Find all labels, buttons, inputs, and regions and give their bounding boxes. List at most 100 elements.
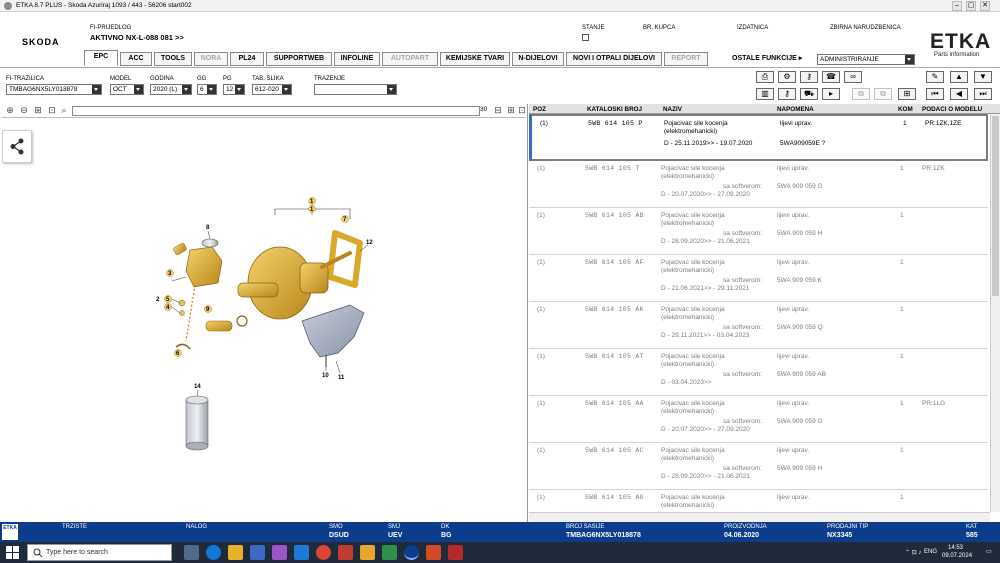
- tab-tools[interactable]: TOOLS: [154, 52, 192, 66]
- godina-select[interactable]: 2020 (L): [150, 84, 192, 95]
- clock-time[interactable]: 14:53: [948, 545, 963, 551]
- language-indicator[interactable]: ENG: [924, 549, 937, 555]
- close-button[interactable]: ✕: [980, 1, 990, 11]
- last-icon[interactable]: ⏭: [974, 88, 992, 100]
- share-button[interactable]: [2, 130, 32, 163]
- table-row[interactable]: (1) 5WB 614 105 AF Pojacivac sile kocenja(…: [529, 255, 988, 302]
- horizontal-scrollbar[interactable]: [529, 512, 990, 522]
- chrome-icon[interactable]: [316, 545, 331, 560]
- app-icon-green[interactable]: [382, 545, 397, 560]
- col-kom[interactable]: KOM: [898, 106, 913, 113]
- barcode-icon[interactable]: ▥: [756, 88, 774, 100]
- zoom-out-icon[interactable]: ⊖: [18, 105, 30, 117]
- car-icon[interactable]: ⛟: [800, 88, 818, 100]
- cell-naziv-2: (elektromehanicki): [661, 361, 715, 368]
- table-row[interactable]: (1) 5WB 614 105 T Pojacivac sile kocenja (e…: [529, 161, 988, 208]
- search-icon[interactable]: ⌕: [58, 105, 70, 117]
- tab-novi-i-otpali-dijelovi[interactable]: NOVI I OTPALI DIJELOVI: [566, 52, 662, 66]
- prev-icon[interactable]: ◀: [950, 88, 968, 100]
- tab-slika-select[interactable]: 612-020: [252, 84, 292, 95]
- table-row[interactable]: (1) 5WB 614 105 AC Pojacivac sile kocenja(…: [529, 443, 988, 490]
- zoom-fit-icon[interactable]: ⊞: [32, 105, 44, 117]
- teams-icon[interactable]: [272, 545, 287, 560]
- aktivno-vin[interactable]: AKTIVNO NX-L-088 081 >>: [90, 33, 184, 42]
- clock-date[interactable]: 09.07.2024: [942, 553, 972, 559]
- arrow-down-icon[interactable]: ▼: [974, 71, 992, 83]
- ostale-funkcije-select[interactable]: ADMINISTRIRANJE: [817, 54, 915, 65]
- pdf-icon[interactable]: [448, 545, 463, 560]
- fi-trazilica-select[interactable]: TMBAG6NX5LY018878: [6, 84, 102, 95]
- col-napomena[interactable]: NAPOMENA: [777, 106, 814, 113]
- tray-icons[interactable]: ⌃ ⊡ ♪: [905, 549, 921, 556]
- cart-icon[interactable]: ⊞: [898, 88, 916, 100]
- link-icon[interactable]: ∞: [844, 71, 862, 83]
- zoom-in-icon[interactable]: ⊕: [4, 105, 16, 117]
- tab-epc[interactable]: EPC: [84, 50, 118, 66]
- tab-infoline[interactable]: INFOLINE: [334, 52, 380, 66]
- edge-icon[interactable]: [206, 545, 221, 560]
- tab-n-dijelovi[interactable]: N-DIJELOVI: [512, 52, 564, 66]
- zoom-slider[interactable]: [72, 106, 480, 116]
- table-row[interactable]: (1) 5WB 614 105 AA Pojacivac sile kocenja(…: [529, 396, 988, 443]
- broj-sasije-label: BROJ SASIJE: [566, 524, 605, 530]
- pg-label: PG: [223, 76, 232, 82]
- windows-start-icon[interactable]: [6, 546, 19, 559]
- first-icon[interactable]: ⏮: [926, 88, 944, 100]
- col-podaci[interactable]: PODACI O MODELU: [922, 106, 982, 113]
- tab-acc[interactable]: ACC: [120, 52, 152, 66]
- table-row[interactable]: (1) 5WB 614 105 AB Pojacivac sile kocenja(…: [529, 208, 988, 255]
- task-view-icon[interactable]: [184, 545, 199, 560]
- notification-icon[interactable]: ▭: [986, 548, 992, 555]
- app-icon-orange[interactable]: [426, 545, 441, 560]
- store-icon[interactable]: [250, 545, 265, 560]
- table-row[interactable]: (1) 5WB 614 105 P Pojacivac sile kocenja (e…: [529, 114, 988, 161]
- layout-icon[interactable]: ⊟: [492, 105, 504, 117]
- gg-select[interactable]: 6: [197, 84, 217, 95]
- tab-nora[interactable]: NORA: [194, 52, 228, 66]
- col-poz[interactable]: POZ: [533, 106, 546, 113]
- push-rod: [320, 251, 352, 269]
- pg-select[interactable]: 12: [223, 84, 245, 95]
- taskbar-search[interactable]: Type here to search: [27, 544, 172, 561]
- pin-icon[interactable]: ✎: [926, 71, 944, 83]
- app-icon-red[interactable]: [338, 545, 353, 560]
- app-icon-yellow[interactable]: [360, 545, 375, 560]
- col-kataloski-broj[interactable]: KATALOSKI BROJ: [587, 106, 642, 113]
- tab-report[interactable]: REPORT: [664, 52, 708, 66]
- expand-icon[interactable]: ⊡: [516, 105, 528, 117]
- arrow-up-icon[interactable]: ▲: [950, 71, 968, 83]
- table-row[interactable]: (1) 5WB 614 105 AK Pojacivac sile kocenja(…: [529, 302, 988, 349]
- clipboard-icon[interactable]: ⧉: [874, 88, 892, 100]
- tab-pl24[interactable]: PL24: [230, 52, 264, 66]
- model-select[interactable]: OCT: [110, 84, 144, 95]
- tab-kemijske-tvari[interactable]: KEMIJSKE TVARI: [440, 52, 510, 66]
- maximize-button[interactable]: ▢: [966, 1, 976, 11]
- etka-taskbar-icon[interactable]: [404, 545, 419, 560]
- vertical-scrollbar[interactable]: [990, 114, 1000, 512]
- brake-booster-illustration[interactable]: 1 1 7 8 12 3 2 5 4 9 6 10 11 14: [150, 195, 390, 455]
- tab-autopart[interactable]: AUTOPART: [382, 52, 438, 66]
- print-icon[interactable]: ⎙: [756, 71, 774, 83]
- minimize-button[interactable]: –: [952, 1, 962, 11]
- phone-icon[interactable]: ☎: [822, 71, 840, 83]
- scroll-thumb[interactable]: [992, 116, 999, 296]
- file-explorer-icon[interactable]: [228, 545, 243, 560]
- cell-kom: 1: [900, 400, 904, 407]
- cell-kataloski-broj: 5WB 614 105 AF: [585, 259, 644, 266]
- cell-datum: D - 25.11.2019>> - 19.07.2020: [664, 140, 753, 147]
- key2-icon[interactable]: ⚷: [778, 88, 796, 100]
- copy-icon[interactable]: ⧉: [852, 88, 870, 100]
- trziste-label: TRZISTE: [62, 524, 87, 530]
- part-icon[interactable]: ⚙: [778, 71, 796, 83]
- col-naziv[interactable]: NAZIV: [663, 106, 682, 113]
- trazenje-select[interactable]: [314, 84, 397, 95]
- tab-supportweb[interactable]: SUPPORTWEB: [266, 52, 332, 66]
- outlook-icon[interactable]: [294, 545, 309, 560]
- zbirna-label: ZBIRNA NARUDZBENICA: [830, 25, 901, 31]
- stanje-checkbox[interactable]: [582, 34, 589, 41]
- key-icon[interactable]: ⚷: [800, 71, 818, 83]
- arrow-icon[interactable]: ▸: [822, 88, 840, 100]
- cell-naziv: Pojacivac sile kocenja: [661, 165, 725, 172]
- table-row[interactable]: (1) 5WB 614 105 AT Pojacivac sile kocenja(…: [529, 349, 988, 396]
- zoom-reset-icon[interactable]: ⊡: [46, 105, 58, 117]
